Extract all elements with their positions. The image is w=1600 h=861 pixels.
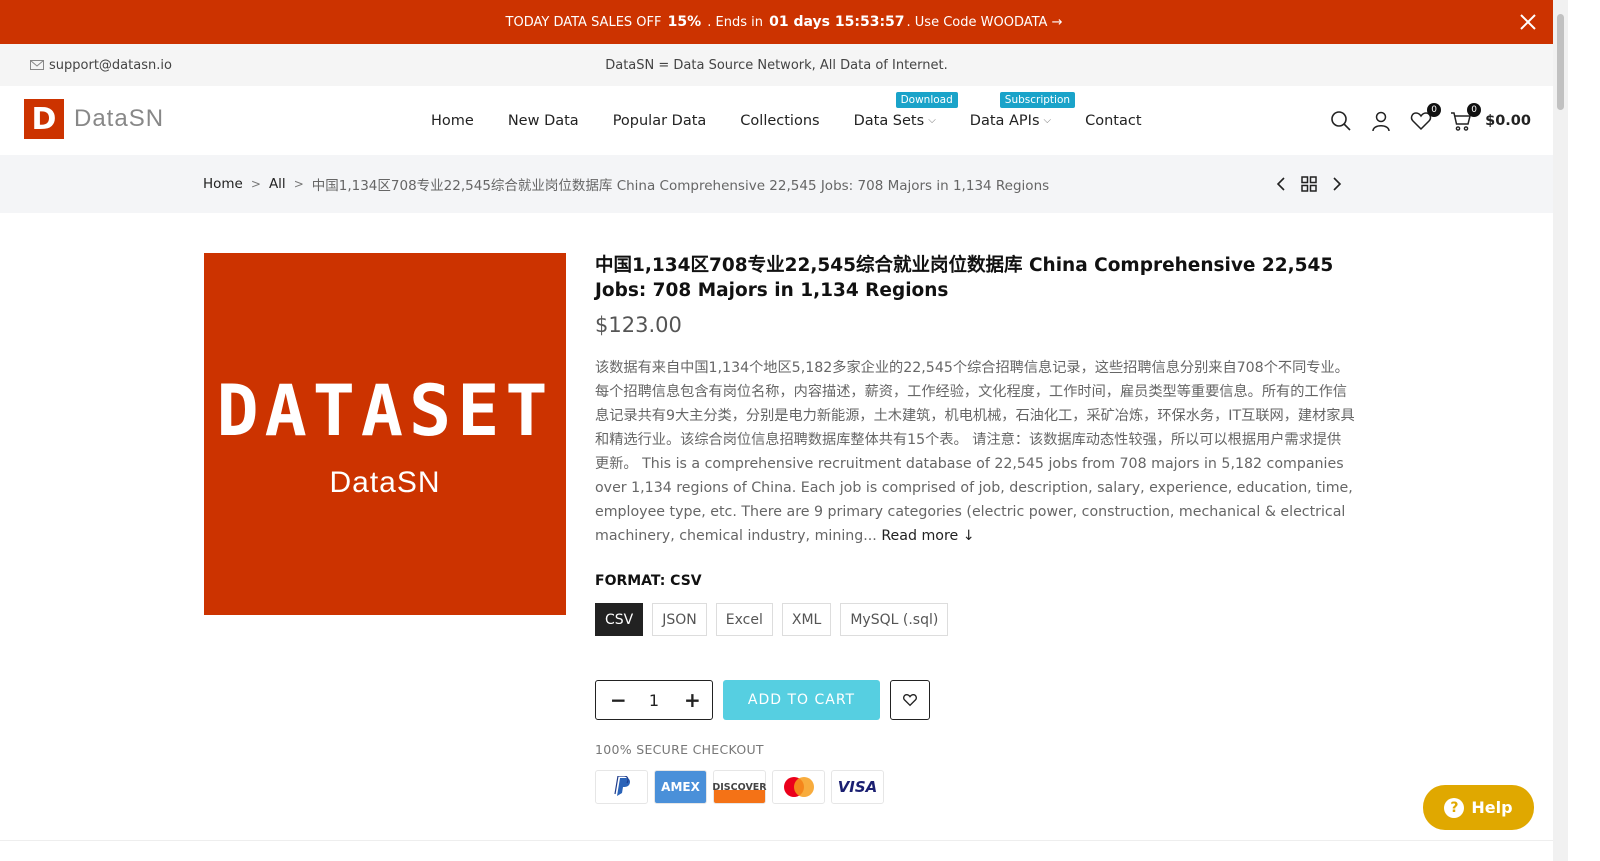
paypal-icon	[595, 770, 648, 804]
help-button[interactable]: ? Help	[1423, 785, 1534, 830]
nav-new-data-label: New Data	[507, 112, 579, 129]
search-icon	[1331, 110, 1351, 131]
quantity-stepper: − 1 +	[595, 680, 713, 720]
nav-data-sets-label: Data Sets	[853, 112, 925, 129]
nav-data-apis[interactable]: Subscription Data APIs ⌵	[969, 91, 1076, 129]
wishlist-button[interactable]: 0	[1409, 102, 1442, 133]
scrollbar-thumb[interactable]	[1557, 14, 1564, 110]
nav-data-sets[interactable]: Download Data Sets ⌵	[853, 91, 958, 129]
nav-new-data[interactable]: New Data	[508, 113, 579, 129]
search-button[interactable]	[1329, 109, 1353, 133]
paypal-logo	[613, 776, 630, 796]
product-image[interactable]: DATASET DataSN	[204, 253, 566, 615]
secure-checkout-label: 100% SECURE CHECKOUT	[595, 742, 764, 757]
mail-icon	[30, 60, 44, 70]
nav-contact[interactable]: Contact	[1085, 113, 1141, 129]
nav-collections[interactable]: Collections	[740, 113, 819, 129]
nav-popular-data[interactable]: Popular Data	[613, 113, 707, 129]
format-option-csv[interactable]: CSV	[595, 603, 644, 636]
support-email-text: support@datasn.io	[49, 57, 172, 73]
breadcrumb: Home > All > 中国1,134区708专业22,545综合就业岗位数据…	[0, 155, 1553, 213]
nav-contact-label: Contact	[1085, 112, 1142, 129]
quantity-increase-button[interactable]: +	[684, 688, 701, 712]
close-icon[interactable]	[1518, 12, 1538, 32]
nav-collections-label: Collections	[740, 112, 820, 129]
product-price: $123.00	[595, 313, 682, 337]
nav-home[interactable]: Home	[431, 113, 474, 129]
discover-icon: DISCOVER	[712, 770, 767, 804]
download-badge: Download	[895, 91, 958, 108]
format-option-mysql[interactable]: MySQL (.sql)	[840, 603, 949, 636]
promo-code: . Use Code WOODATA →	[906, 14, 1063, 30]
prev-product-icon[interactable]	[1275, 176, 1287, 192]
help-label: Help	[1471, 798, 1513, 817]
question-icon: ?	[1444, 797, 1465, 818]
logo-mark: D	[24, 99, 64, 139]
format-options: CSV JSON Excel XML MySQL (.sql)	[595, 603, 1355, 636]
visa-icon: VISA	[831, 770, 884, 804]
product-image-title: DATASET	[216, 370, 554, 452]
promo-discount: 15%	[667, 14, 702, 30]
subscription-badge: Subscription	[999, 91, 1076, 108]
promo-countdown: 01 days 15:53:57	[769, 14, 905, 30]
logo-text: DataSN	[74, 105, 165, 132]
promo-ends-in: . Ends in	[707, 14, 764, 30]
quantity-decrease-button[interactable]: −	[610, 688, 627, 712]
product-description: 该数据有来自中国1,134个地区5,182多家企业的22,545个综合招聘信息记…	[595, 356, 1355, 548]
mastercard-icon	[772, 770, 825, 804]
support-email[interactable]: support@datasn.io	[30, 58, 172, 73]
payment-methods: AMEX DISCOVER VISA	[595, 770, 1355, 804]
grid-icon[interactable]	[1301, 176, 1317, 192]
format-option-json[interactable]: JSON	[652, 603, 707, 636]
promo-prefix: TODAY DATA SALES OFF	[505, 14, 662, 30]
amex-icon: AMEX	[654, 770, 707, 804]
main-nav: Home New Data Popular Data Collections D…	[431, 86, 1142, 155]
chevron-right-icon: >	[250, 177, 261, 191]
top-info-bar: support@datasn.io DataSN = Data Source N…	[0, 44, 1553, 86]
nav-popular-data-label: Popular Data	[612, 112, 707, 129]
breadcrumb-all[interactable]: All	[269, 176, 286, 192]
read-more-link[interactable]: Read more ↓	[881, 528, 974, 544]
nav-data-apis-label: Data APIs	[969, 112, 1040, 129]
chevron-down-icon: ⌵	[928, 115, 936, 126]
add-to-wishlist-button[interactable]	[890, 680, 930, 720]
site-header: D DataSN Home New Data Popular Data Coll…	[0, 86, 1553, 155]
header-icons: 0 0 $0.00	[1329, 86, 1531, 155]
product-pager	[1275, 155, 1343, 213]
product-info: 中国1,134区708专业22,545综合就业岗位数据库 China Compr…	[595, 253, 1355, 804]
cart-count: 0	[1467, 102, 1482, 117]
quantity-value[interactable]: 1	[649, 691, 659, 710]
purchase-row: − 1 + ADD TO CART	[595, 680, 1355, 720]
heart-icon	[903, 693, 917, 707]
page-scrollbar[interactable]	[1553, 0, 1568, 861]
user-icon	[1372, 111, 1390, 131]
chevron-right-icon: >	[293, 177, 304, 191]
product-description-text: 该数据有来自中国1,134个地区5,182多家企业的22,545个综合招聘信息记…	[595, 360, 1355, 544]
next-product-icon[interactable]	[1331, 176, 1343, 192]
nav-home-label: Home	[431, 112, 474, 129]
chevron-down-icon: ⌵	[1043, 115, 1052, 126]
cart-button[interactable]: 0	[1449, 102, 1482, 133]
divider	[0, 840, 1553, 841]
breadcrumb-home[interactable]: Home	[203, 176, 243, 192]
format-option-xml[interactable]: XML	[781, 603, 832, 636]
account-button[interactable]	[1369, 109, 1393, 133]
site-logo[interactable]: D DataSN	[24, 99, 164, 139]
add-to-cart-button[interactable]: ADD TO CART	[723, 680, 880, 720]
product-title: 中国1,134区708专业22,545综合就业岗位数据库 China Compr…	[595, 255, 1334, 301]
site-tagline: DataSN = Data Source Network, All Data o…	[605, 57, 948, 73]
product-image-subtitle: DataSN	[329, 466, 441, 499]
breadcrumb-current: 中国1,134区708专业22,545综合就业岗位数据库 China Compr…	[311, 178, 1050, 194]
wishlist-count: 0	[1427, 102, 1442, 117]
format-label: FORMAT: CSV	[595, 573, 702, 589]
format-option-excel[interactable]: Excel	[715, 603, 773, 636]
cart-total[interactable]: $0.00	[1485, 113, 1531, 129]
mastercard-logo	[783, 777, 814, 797]
promo-bar[interactable]: TODAY DATA SALES OFF 15% . Ends in 01 da…	[0, 0, 1568, 44]
